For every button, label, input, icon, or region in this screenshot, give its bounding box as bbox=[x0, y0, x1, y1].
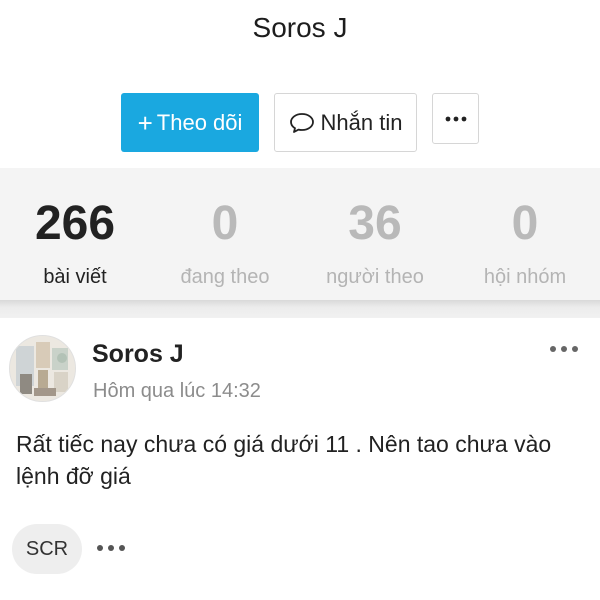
stat-following-label: đang theo bbox=[180, 266, 270, 288]
stat-followers[interactable]: 36 người theo bbox=[300, 168, 450, 300]
more-horizontal-icon bbox=[445, 116, 466, 121]
post-more-icon[interactable] bbox=[548, 342, 580, 356]
message-button[interactable]: Nhắn tin bbox=[274, 93, 417, 152]
section-divider bbox=[0, 300, 600, 318]
post-body: Rất tiếc nay chưa có giá dưới 11 . Nên t… bbox=[16, 431, 552, 489]
follow-label: Theo dõi bbox=[156, 109, 243, 135]
stat-groups[interactable]: 0 hội nhóm bbox=[450, 168, 600, 300]
stat-followers-count: 36 bbox=[348, 197, 402, 250]
stat-groups-label: hội nhóm bbox=[483, 266, 567, 288]
post-author[interactable]: Soros J bbox=[92, 340, 184, 369]
stat-posts-label: bài viết bbox=[43, 266, 107, 288]
avatar-image bbox=[10, 336, 75, 401]
stock-tag[interactable]: SCR bbox=[12, 524, 82, 574]
more-button[interactable] bbox=[432, 93, 479, 144]
speech-bubble-icon bbox=[289, 112, 314, 133]
post-timestamp: Hôm qua lúc 14:32 bbox=[93, 380, 261, 402]
stat-followers-label: người theo bbox=[326, 266, 424, 288]
plus-icon: + bbox=[137, 107, 153, 138]
message-label: Nhắn tin bbox=[320, 109, 403, 135]
stat-posts[interactable]: 266 bài viết bbox=[0, 168, 150, 300]
stat-following[interactable]: 0 đang theo bbox=[150, 168, 300, 300]
post-card: Soros J Hôm qua lúc 14:32 Rất tiếc nay c… bbox=[0, 318, 600, 600]
tag-more-icon[interactable] bbox=[96, 542, 126, 554]
profile-stats: 266 bài viết 0 đang theo 36 người theo 0… bbox=[0, 168, 600, 300]
stat-posts-count: 266 bbox=[34, 197, 116, 250]
stat-groups-count: 0 bbox=[511, 197, 539, 250]
profile-actions: + Theo dõi Nhắn tin bbox=[0, 93, 600, 153]
avatar[interactable] bbox=[9, 335, 76, 402]
follow-button[interactable]: + Theo dõi bbox=[121, 93, 259, 152]
profile-name: Soros J bbox=[252, 12, 348, 43]
stat-following-count: 0 bbox=[211, 197, 239, 250]
